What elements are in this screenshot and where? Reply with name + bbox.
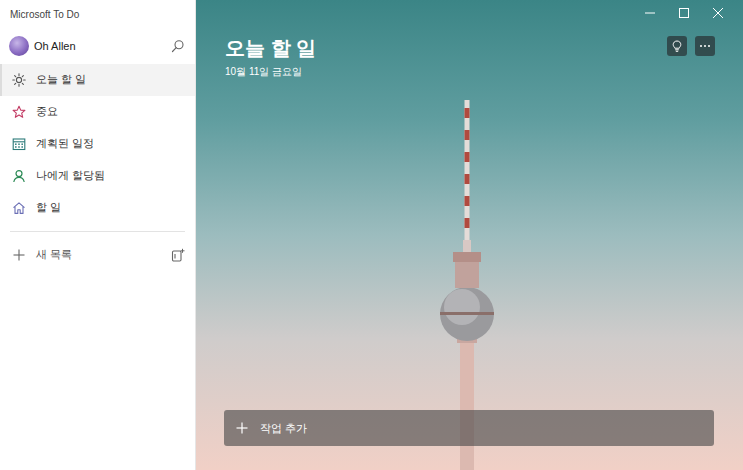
- separator: [10, 231, 185, 232]
- sidebar-item-label[interactable]: 오늘 할 일: [36, 72, 86, 88]
- sun-icon: [12, 73, 26, 87]
- plus-icon: [12, 248, 26, 262]
- home-icon: [12, 201, 26, 215]
- user-name[interactable]: Oh Allen: [34, 38, 171, 55]
- more-icon: [699, 40, 711, 52]
- sidebar-item[interactable]: 중요: [0, 96, 195, 128]
- plus-icon: [236, 422, 248, 434]
- task-area: [196, 79, 743, 410]
- minimize-button[interactable]: [633, 2, 667, 24]
- close-icon: [701, 2, 735, 24]
- more-button[interactable]: [695, 36, 715, 56]
- add-task-bar[interactable]: 작업 추가: [224, 410, 714, 446]
- add-task-label[interactable]: 작업 추가: [260, 420, 307, 437]
- list-date: 10월 11일 금요일: [225, 64, 667, 79]
- maximize-icon: [667, 2, 701, 24]
- search-icon: [171, 39, 185, 53]
- lightbulb-icon: [671, 40, 683, 52]
- header-buttons: [667, 36, 715, 56]
- sidebar-item-label[interactable]: 할 일: [36, 200, 61, 216]
- minimize-icon: [633, 2, 667, 24]
- calendar-icon: [12, 137, 26, 151]
- new-group-button[interactable]: [171, 248, 185, 262]
- header-text: 오늘 할 일 10월 11일 금요일: [225, 36, 667, 79]
- sidebar-item-label[interactable]: 중요: [36, 104, 58, 120]
- sidebar-item[interactable]: 오늘 할 일: [0, 64, 195, 96]
- sidebar-item[interactable]: 나에게 할당됨: [0, 160, 195, 192]
- sidebar-item-label[interactable]: 계획된 일정: [36, 136, 94, 152]
- app-window: Microsoft To Do Oh Allen 오늘 할 일중요계획된 일정나에게…: [0, 0, 743, 470]
- window-controls: [196, 0, 743, 28]
- sidebar-item-label[interactable]: 나에게 할당됨: [36, 168, 105, 184]
- window-title: Microsoft To Do: [10, 9, 79, 20]
- avatar-icon[interactable]: [9, 36, 29, 56]
- new-list-button[interactable]: 새 목록: [0, 232, 195, 278]
- user-row[interactable]: Oh Allen: [0, 28, 195, 64]
- list-title[interactable]: 오늘 할 일: [225, 36, 667, 60]
- search-button[interactable]: [171, 39, 185, 53]
- person-icon: [12, 169, 26, 183]
- main-panel: 오늘 할 일 10월 11일 금요일작업 추가: [196, 0, 743, 470]
- sidebar: Microsoft To Do Oh Allen 오늘 할 일중요계획된 일정나에게…: [0, 0, 196, 470]
- new-list-label[interactable]: 새 목록: [36, 247, 171, 263]
- star-icon: [12, 105, 26, 119]
- maximize-button[interactable]: [667, 2, 701, 24]
- sidebar-item[interactable]: 할 일: [0, 192, 195, 224]
- main-content: 오늘 할 일 10월 11일 금요일작업 추가: [196, 0, 743, 470]
- sidebar-item[interactable]: 계획된 일정: [0, 128, 195, 160]
- list-header: 오늘 할 일 10월 11일 금요일: [196, 28, 743, 79]
- close-button[interactable]: [701, 2, 735, 24]
- suggestions-button[interactable]: [667, 36, 687, 56]
- new-group-icon: [171, 248, 185, 262]
- title-bar: Microsoft To Do: [0, 0, 195, 28]
